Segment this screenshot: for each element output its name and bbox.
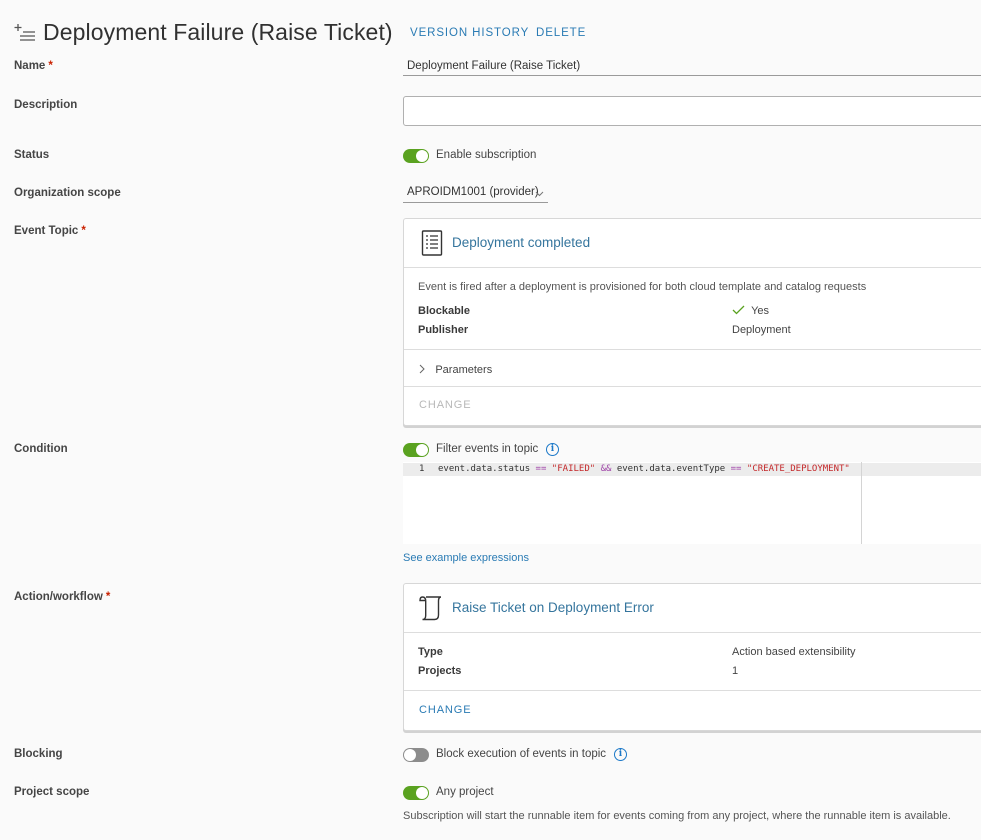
delete-button[interactable]: DELETE	[536, 27, 586, 39]
required-marker: *	[105, 591, 111, 603]
type-value: Action based extensibility	[732, 646, 856, 658]
editor-margin-line	[861, 462, 862, 544]
condition-code-editor[interactable]: 1 event.data.status == "FAILED" && event…	[403, 462, 981, 544]
card-divider	[404, 632, 981, 633]
status-label: Status	[14, 149, 50, 161]
condition-code[interactable]: event.data.status == "FAILED" && event.d…	[438, 464, 850, 474]
publisher-value: Deployment	[732, 324, 791, 336]
enable-subscription-label: Enable subscription	[436, 149, 537, 161]
any-project-toggle[interactable]	[403, 786, 429, 800]
any-project-label: Any project	[436, 786, 494, 798]
event-topic-label: Event Topic *	[14, 225, 86, 237]
name-field[interactable]: Deployment Failure (Raise Ticket)	[407, 60, 580, 72]
description-label: Description	[14, 99, 78, 111]
action-card: Raise Ticket on Deployment Error Type Ac…	[403, 583, 981, 731]
chevron-down-icon	[535, 186, 544, 201]
publisher-label: Publisher	[418, 324, 469, 336]
type-label: Type	[418, 646, 443, 658]
condition-label: Condition	[14, 443, 68, 455]
card-divider	[404, 349, 981, 350]
event-topic-title: Deployment completed	[452, 235, 591, 250]
line-number: 1	[419, 464, 425, 474]
filter-events-toggle[interactable]	[403, 443, 429, 457]
required-marker: *	[48, 60, 53, 72]
card-divider	[404, 267, 981, 268]
parameters-expander[interactable]: Parameters	[418, 362, 492, 376]
subscription-icon	[14, 22, 36, 44]
filter-events-label: Filter events in topic	[436, 443, 539, 455]
description-field[interactable]	[403, 96, 981, 126]
name-label: Name *	[14, 60, 53, 72]
projects-label: Projects	[418, 665, 462, 677]
event-topic-change-button[interactable]: CHANGE	[419, 399, 471, 411]
info-icon[interactable]: i	[546, 443, 559, 456]
page-title: Deployment Failure (Raise Ticket)	[43, 19, 393, 45]
enable-subscription-toggle[interactable]	[403, 149, 429, 163]
script-scroll-icon	[418, 594, 446, 625]
version-history-button[interactable]: VERSION HISTORY	[410, 27, 529, 39]
blockable-label: Blockable	[418, 305, 470, 317]
event-topic-card: Deployment completed Event is fired afte…	[403, 218, 981, 426]
event-topic-description: Event is fired after a deployment is pro…	[418, 281, 867, 293]
project-scope-label: Project scope	[14, 786, 90, 798]
card-divider	[404, 690, 981, 691]
blockable-value: Yes	[732, 305, 769, 317]
chevron-right-icon	[418, 362, 426, 376]
required-marker: *	[81, 225, 86, 237]
name-field-underline	[403, 75, 981, 76]
organization-scope-select[interactable]: APROIDM1001 (provider)	[403, 186, 548, 203]
event-document-icon	[421, 230, 443, 259]
action-change-button[interactable]: CHANGE	[419, 704, 471, 716]
organization-scope-label: Organization scope	[14, 187, 121, 199]
block-execution-label: Block execution of events in topic	[436, 748, 607, 760]
action-title: Raise Ticket on Deployment Error	[452, 600, 654, 615]
projects-value: 1	[732, 665, 739, 677]
block-execution-toggle[interactable]	[403, 748, 429, 762]
see-example-expressions-link[interactable]: See example expressions	[403, 552, 529, 564]
check-icon	[732, 305, 745, 317]
blocking-label: Blocking	[14, 748, 63, 760]
project-scope-help: Subscription will start the runnable ite…	[403, 810, 951, 822]
action-workflow-label: Action/workflow *	[14, 591, 111, 603]
card-divider	[404, 386, 981, 387]
info-icon[interactable]: i	[614, 748, 627, 761]
